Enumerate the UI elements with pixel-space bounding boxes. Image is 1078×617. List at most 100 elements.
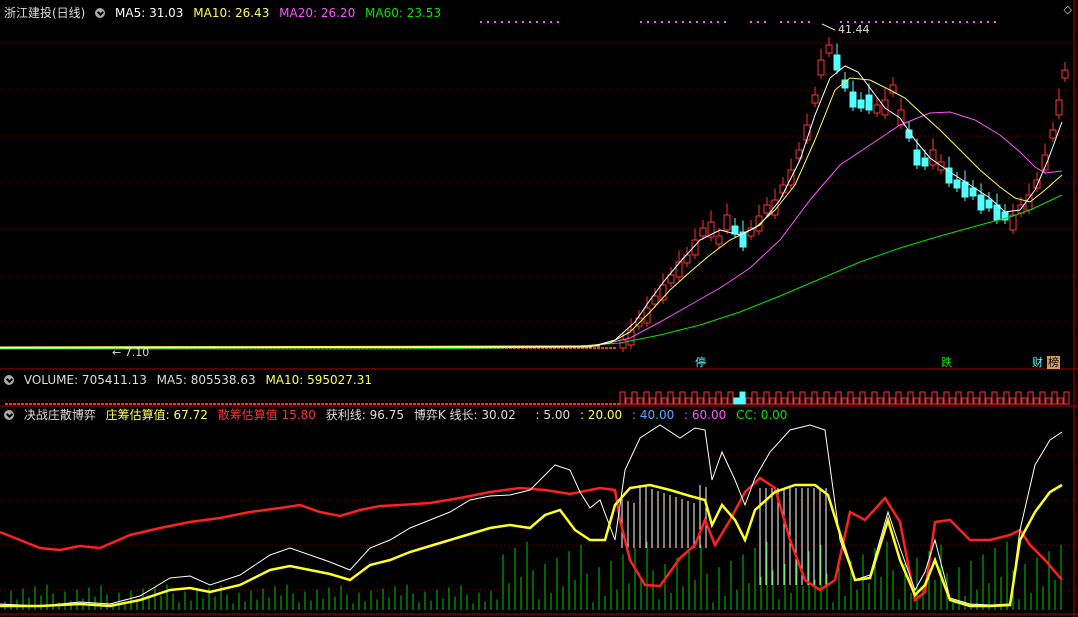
volume-bar bbox=[329, 403, 332, 405]
volume-bar bbox=[21, 403, 24, 405]
volume-bar bbox=[631, 391, 638, 405]
volume-bar bbox=[385, 403, 388, 405]
volume-bar bbox=[173, 403, 176, 405]
volume-bar bbox=[549, 403, 552, 405]
volume-bar bbox=[505, 403, 508, 405]
candle-body bbox=[825, 44, 833, 54]
volume-bar bbox=[93, 403, 96, 405]
signal-dot bbox=[696, 21, 698, 23]
volume-bar bbox=[281, 403, 284, 405]
volume-bar bbox=[1033, 397, 1040, 405]
signal-dot bbox=[501, 21, 503, 23]
rank-tag[interactable]: 榜 bbox=[1047, 356, 1060, 369]
volume-bar bbox=[829, 397, 836, 405]
candle-body bbox=[597, 347, 600, 349]
signal-dot bbox=[508, 21, 510, 23]
candle-body bbox=[817, 59, 825, 76]
volume-bar bbox=[1015, 391, 1022, 405]
volume-bar bbox=[361, 403, 364, 405]
volume-bar bbox=[655, 391, 662, 405]
volume-bar bbox=[649, 397, 656, 405]
candle-body bbox=[699, 227, 707, 237]
volume-bar bbox=[901, 397, 908, 405]
signal-dot bbox=[757, 21, 759, 23]
volume-bar bbox=[61, 403, 64, 405]
volume-bar bbox=[691, 391, 698, 405]
volume-bar bbox=[433, 403, 436, 405]
volume-bar bbox=[353, 403, 356, 405]
volume-bar bbox=[213, 403, 216, 405]
signal-dot bbox=[717, 21, 719, 23]
volume-bar bbox=[493, 403, 496, 405]
volume-bar bbox=[775, 391, 782, 405]
volume-bar bbox=[581, 403, 584, 405]
volume-bar bbox=[333, 403, 336, 405]
candle-body bbox=[763, 204, 771, 214]
volume-bar bbox=[625, 397, 632, 405]
huoli-line-value: 获利线: 96.75 bbox=[325, 408, 404, 422]
candle-body bbox=[849, 91, 857, 108]
volume-bar bbox=[793, 397, 800, 405]
volume-bar bbox=[871, 391, 878, 405]
candle-body bbox=[865, 94, 873, 111]
ma20-line bbox=[0, 111, 1063, 349]
signal-dot bbox=[550, 21, 552, 23]
volume-bar bbox=[721, 397, 728, 405]
volume-bar bbox=[593, 403, 596, 405]
candle-body bbox=[1009, 214, 1017, 231]
volume-bar bbox=[979, 391, 986, 405]
volume-bar bbox=[73, 403, 76, 405]
volume-bar bbox=[85, 403, 88, 405]
volume-bar bbox=[117, 403, 120, 405]
candle-body bbox=[619, 339, 627, 349]
candle-body bbox=[593, 347, 596, 349]
volume-bar bbox=[835, 391, 842, 405]
san-label: 散筹估算值 bbox=[217, 408, 278, 422]
candle-body bbox=[609, 347, 612, 349]
volume-bar bbox=[859, 391, 866, 405]
volume-bar bbox=[997, 397, 1004, 405]
drop-tag[interactable]: 跌 bbox=[940, 356, 953, 369]
signal-dot bbox=[917, 21, 919, 23]
volume-bar bbox=[309, 403, 312, 405]
volume-collapse-icon[interactable] bbox=[4, 375, 14, 385]
signal-dot bbox=[750, 21, 752, 23]
volume-bar bbox=[763, 391, 770, 405]
indicator-name[interactable]: 决战庄散博弈 bbox=[24, 408, 96, 422]
san-value: 15.80 bbox=[281, 408, 316, 422]
volume-bar bbox=[29, 403, 32, 405]
candle-body bbox=[675, 261, 683, 278]
volume-bar bbox=[81, 403, 84, 405]
volume-bar bbox=[109, 403, 112, 405]
signal-dot bbox=[710, 21, 712, 23]
volume-bar bbox=[325, 403, 328, 405]
volume-bar bbox=[573, 403, 576, 405]
signal-dot bbox=[987, 21, 989, 23]
indicator-collapse-icon[interactable] bbox=[4, 410, 14, 420]
signal-dot bbox=[543, 21, 545, 23]
volume-bar bbox=[955, 391, 962, 405]
volume-bar bbox=[201, 403, 204, 405]
stop-tag[interactable]: 停 bbox=[694, 356, 707, 369]
volume-ma5: MA5: 805538.63 bbox=[156, 373, 256, 387]
volume-bar bbox=[293, 403, 296, 405]
volume-bar bbox=[221, 403, 224, 405]
level-5: : 5.00 bbox=[535, 408, 571, 422]
volume-bar bbox=[365, 403, 368, 405]
volume-bar bbox=[895, 391, 902, 405]
volume-bar bbox=[453, 403, 456, 405]
volume-bar bbox=[465, 403, 468, 405]
volume-bar bbox=[273, 403, 276, 405]
volume-bar bbox=[317, 403, 320, 405]
zhuang-value: 67.72 bbox=[173, 408, 208, 422]
signal-dot bbox=[924, 21, 926, 23]
volume-bar bbox=[65, 403, 68, 405]
candle-body bbox=[1049, 129, 1057, 139]
finance-tag[interactable]: 财 bbox=[1031, 356, 1044, 369]
volume-bar bbox=[481, 403, 484, 405]
volume-bar bbox=[69, 403, 72, 405]
signal-dot bbox=[647, 21, 649, 23]
signal-dot bbox=[938, 21, 940, 23]
volume-bar bbox=[613, 403, 616, 405]
volume-bar bbox=[121, 403, 124, 405]
